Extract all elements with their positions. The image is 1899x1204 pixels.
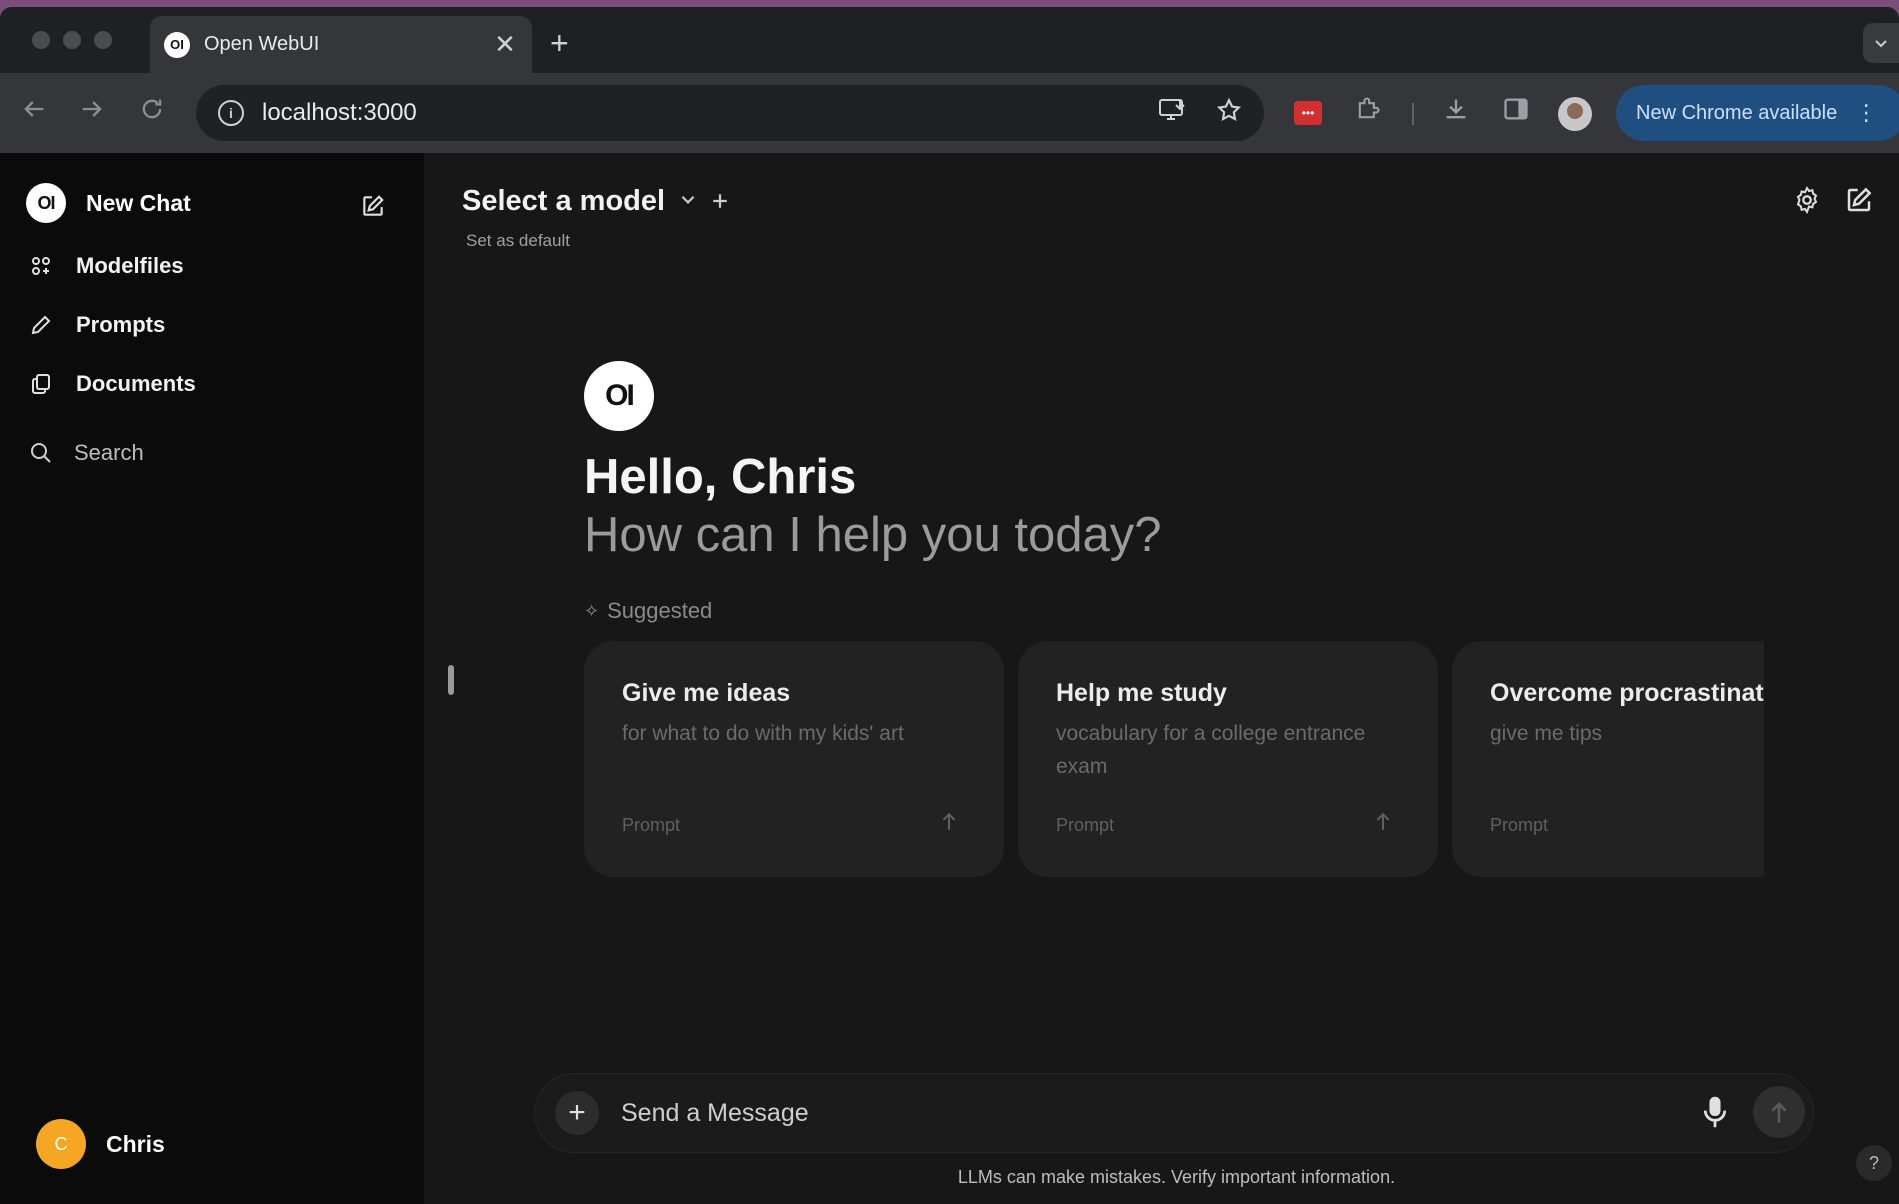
suggestion-cards: Give me ideas for what to do with my kid… [584, 641, 1764, 881]
message-composer: + [534, 1073, 1814, 1153]
chrome-update-button[interactable]: New Chrome available ⋮ [1616, 85, 1899, 141]
avatar: C [36, 1119, 86, 1169]
more-menu-icon[interactable]: ⋮ [1855, 100, 1877, 126]
url-text[interactable]: localhost:3000 [262, 99, 1128, 127]
extension-badge-icon[interactable]: ••• [1294, 101, 1322, 125]
install-app-icon[interactable] [1158, 97, 1186, 130]
address-bar[interactable]: i localhost:3000 [196, 85, 1264, 141]
minimize-window-button[interactable] [63, 31, 81, 49]
suggestion-desc: vocabulary for a college entrance exam [1056, 722, 1366, 778]
forward-button[interactable] [78, 95, 106, 130]
sidebar-item-label: Prompts [76, 312, 166, 337]
sidebar-item-prompts[interactable]: Prompts [28, 312, 165, 338]
profile-avatar[interactable] [1558, 97, 1592, 131]
suggestion-desc: for what to do with my kids' art [622, 722, 904, 745]
suggestion-title: Help me study [1056, 679, 1227, 707]
tab-search-button[interactable] [1863, 23, 1899, 63]
sidebar: OI New Chat Modelfiles Prompts Documents [0, 153, 424, 1204]
reload-icon [142, 99, 162, 119]
model-selector[interactable]: Select a model [462, 185, 729, 218]
suggested-heading: ✧ Suggested [584, 598, 712, 624]
tab-open-webui[interactable]: OI Open WebUI ✕ [150, 16, 532, 73]
search-icon [28, 440, 54, 466]
suggestion-card[interactable]: Give me ideas for what to do with my kid… [584, 641, 1004, 877]
message-input[interactable] [621, 1090, 1671, 1136]
user-name: Chris [106, 1130, 165, 1157]
greeting-heading: Hello, Chris [584, 450, 857, 504]
suggestion-type: Prompt [1056, 815, 1115, 835]
suggestion-title: Overcome procrastinat [1490, 679, 1764, 707]
new-tab-button[interactable]: + [550, 25, 569, 62]
microphone-icon[interactable] [1701, 1094, 1729, 1135]
user-menu[interactable]: C Chris [36, 1119, 165, 1169]
close-window-button[interactable] [32, 31, 50, 49]
sidebar-item-label: Modelfiles [76, 253, 184, 278]
favicon-icon: OI [164, 31, 190, 58]
tab-strip: OI Open WebUI ✕ + [0, 7, 1899, 73]
new-chat-button[interactable]: OI New Chat [26, 183, 191, 223]
greeting-subtitle: How can I help you today? [584, 508, 1162, 562]
site-info-icon[interactable]: i [218, 100, 244, 126]
open-webui-logo: OI [26, 183, 66, 223]
new-chat-label: New Chat [86, 189, 191, 216]
suggestion-desc: give me tips [1490, 722, 1603, 745]
chevron-down-icon [679, 190, 697, 214]
maximize-window-button[interactable] [94, 31, 112, 49]
search-label: Search [74, 440, 144, 465]
extensions-puzzle-icon[interactable] [1354, 95, 1382, 130]
add-model-icon[interactable] [711, 186, 729, 217]
compose-icon[interactable] [360, 193, 386, 224]
suggestion-type: Prompt [622, 815, 681, 835]
sidebar-item-label: Documents [76, 371, 196, 396]
downloads-icon[interactable] [1442, 95, 1470, 130]
close-tab-icon[interactable]: ✕ [492, 29, 518, 60]
pencil-icon [28, 312, 54, 338]
suggestion-card[interactable]: Overcome procrastinat give me tips Promp… [1452, 641, 1764, 877]
new-chat-compose-icon[interactable] [1844, 185, 1874, 220]
set-default-link[interactable]: Set as default [466, 231, 570, 251]
arrow-up-icon [940, 811, 958, 837]
documents-icon [28, 371, 54, 397]
suggestion-type: Prompt [1490, 815, 1549, 835]
back-arrow-icon [24, 101, 44, 117]
model-selector-label: Select a model [462, 185, 666, 217]
suggestion-title: Give me ideas [622, 679, 791, 707]
disclaimer-text: LLMs can make mistakes. Verify important… [957, 1167, 1396, 1187]
arrow-up-icon [1771, 1102, 1787, 1123]
sidebar-item-documents[interactable]: Documents [28, 371, 196, 397]
chevron-down-icon [1875, 40, 1887, 48]
reload-button[interactable] [138, 95, 166, 130]
forward-arrow-icon [82, 101, 102, 117]
help-button[interactable]: ? [1856, 1145, 1892, 1181]
sparkle-icon: ✧ [584, 600, 600, 621]
window-controls [32, 31, 112, 49]
chat-main: Select a model Set as default OI Hello, … [424, 153, 1899, 1204]
sidebar-search[interactable]: Search [28, 440, 144, 466]
bookmark-star-icon[interactable] [1216, 97, 1242, 130]
sidebar-item-modelfiles[interactable]: Modelfiles [28, 253, 184, 279]
settings-gear-icon[interactable] [1792, 185, 1822, 220]
chrome-update-label: New Chrome available [1636, 101, 1838, 124]
browser-window: OI Open WebUI ✕ + i localhost:3000 ••• N… [0, 7, 1899, 1204]
modelfiles-icon [28, 253, 54, 279]
open-webui-hero-logo: OI [584, 361, 654, 431]
back-button[interactable] [20, 95, 48, 130]
tab-title: Open WebUI [204, 33, 320, 55]
arrow-up-icon [1374, 811, 1392, 837]
browser-toolbar: i localhost:3000 ••• New Chrome availabl… [0, 73, 1899, 153]
attach-button[interactable]: + [555, 1091, 599, 1135]
send-button[interactable] [1753, 1086, 1805, 1138]
suggested-label: Suggested [607, 598, 713, 623]
suggestion-card[interactable]: Help me study vocabulary for a college e… [1018, 641, 1438, 877]
toolbar-divider [1412, 103, 1414, 125]
side-panel-icon[interactable] [1502, 95, 1530, 130]
sidebar-resize-handle[interactable] [448, 665, 454, 695]
